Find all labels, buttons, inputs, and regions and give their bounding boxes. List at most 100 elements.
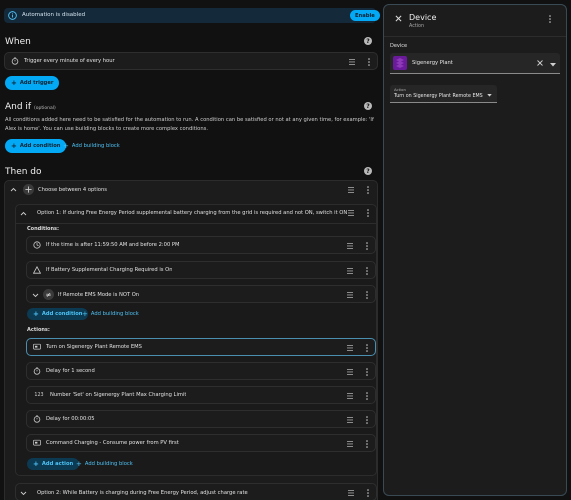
chevron-down-icon[interactable] <box>32 293 39 300</box>
add-trigger-button[interactable]: + Add trigger <box>5 76 60 90</box>
more-vert-icon[interactable] <box>366 209 370 217</box>
action-row[interactable]: Delay for 1 second <box>26 362 376 380</box>
drag-handle-icon[interactable] <box>347 416 353 424</box>
timer-icon <box>33 415 41 423</box>
number-icon: 123 <box>34 392 44 398</box>
chevron-down-icon[interactable] <box>487 92 492 99</box>
condition-row[interactable]: If Battery Supplemental Charging Require… <box>26 261 376 279</box>
action-select-value: Turn on Sigenergy Plant Remote EMS <box>394 94 483 99</box>
clear-icon[interactable] <box>537 60 543 68</box>
drag-handle-icon[interactable] <box>347 267 353 275</box>
add-action-label: Add action <box>41 461 74 467</box>
not-equal-icon: ≠ <box>43 289 54 300</box>
trigger-row[interactable]: Trigger every minute of every hour <box>4 52 378 70</box>
enable-button[interactable]: Enable <box>350 10 380 21</box>
add-building-block-button[interactable]: + Add building block <box>63 139 120 153</box>
action-label: Delay for 1 second <box>46 368 95 374</box>
drag-handle-icon[interactable] <box>349 58 355 66</box>
device-field-label: Device <box>390 43 408 49</box>
drag-handle-icon[interactable] <box>347 392 353 400</box>
more-vert-icon[interactable] <box>548 15 552 23</box>
choose-label: Choose between 4 options <box>38 187 107 193</box>
device-picker[interactable]: Sigenergy Plant <box>390 53 560 74</box>
device-icon <box>33 343 41 351</box>
add-condition-label: Add condition <box>41 311 83 317</box>
device-icon <box>33 439 41 447</box>
more-vert-icon[interactable] <box>367 58 371 66</box>
add-condition-button[interactable]: + Add condition <box>27 308 89 320</box>
more-vert-icon[interactable] <box>365 242 369 250</box>
more-vert-icon[interactable] <box>365 344 369 352</box>
add-condition-button[interactable]: + Add condition <box>5 139 67 153</box>
action-row-selected[interactable]: Turn on Sigenergy Plant Remote EMS <box>26 338 376 356</box>
choose-icon <box>23 184 34 195</box>
condition-label: If Battery Supplemental Charging Require… <box>46 267 173 273</box>
drag-handle-icon[interactable] <box>347 368 353 376</box>
add-building-block-label: Add building block <box>90 311 139 317</box>
drag-handle-icon[interactable] <box>347 291 353 299</box>
drag-handle-icon[interactable] <box>348 209 354 217</box>
add-action-button[interactable]: + Add action <box>27 458 80 470</box>
disabled-banner: Automation is disabled Enable <box>4 8 380 23</box>
timer-icon <box>11 57 19 65</box>
plus-icon: + <box>76 460 82 468</box>
plus-icon: + <box>33 460 39 468</box>
actions-label: Actions: <box>27 327 50 333</box>
close-icon[interactable] <box>395 15 402 24</box>
plus-icon: + <box>33 310 39 318</box>
action-label: Turn on Sigenergy Plant Remote EMS <box>46 344 142 350</box>
device-icon <box>393 56 407 70</box>
plus-icon: + <box>63 142 69 150</box>
option-2-title: Option 2: While Battery is charging duri… <box>37 490 248 496</box>
panel-title: Device <box>409 13 437 22</box>
drag-handle-icon[interactable] <box>348 489 354 497</box>
plus-icon: + <box>11 142 17 150</box>
and-if-optional: (optional) <box>33 106 56 111</box>
and-if-description: All conditions added here need to be sat… <box>5 117 374 132</box>
more-vert-icon[interactable] <box>365 368 369 376</box>
add-condition-label: Add condition <box>19 143 61 149</box>
chevron-up-icon[interactable] <box>20 211 27 218</box>
plus-icon: + <box>11 79 17 87</box>
clock-icon <box>33 241 41 249</box>
condition-row[interactable]: If the time is after 11:59:50 AM and bef… <box>26 236 376 254</box>
option-1-title: Option 1: If during Free Energy Period s… <box>37 210 348 216</box>
divider <box>16 223 376 224</box>
more-vert-icon[interactable] <box>365 392 369 400</box>
more-vert-icon[interactable] <box>366 186 370 194</box>
help-icon[interactable]: ? <box>364 167 372 175</box>
triangle-icon <box>33 266 41 274</box>
add-building-block-button[interactable]: + Add building block <box>76 457 133 471</box>
divider <box>384 36 566 37</box>
action-label: Command Charging - Consume power from PV… <box>46 440 179 446</box>
and-if-title: And if (optional) <box>5 102 56 112</box>
action-row[interactable]: 123 Number 'Set' on Sigenergy Plant Max … <box>26 386 376 404</box>
drag-handle-icon[interactable] <box>347 242 353 250</box>
action-row[interactable]: Delay for 00:00:05 <box>26 410 376 428</box>
more-vert-icon[interactable] <box>365 267 369 275</box>
action-label: Delay for 00:00:05 <box>46 416 95 422</box>
then-do-title: Then do <box>5 167 42 177</box>
drag-handle-icon[interactable] <box>347 344 353 352</box>
help-icon[interactable]: ? <box>364 37 372 45</box>
drag-handle-icon[interactable] <box>348 186 354 194</box>
chevron-up-icon[interactable] <box>10 187 17 194</box>
more-vert-icon[interactable] <box>365 416 369 424</box>
action-select[interactable]: Action Turn on Sigenergy Plant Remote EM… <box>390 85 497 103</box>
option-2-card[interactable]: Option 2: While Battery is charging duri… <box>15 483 377 500</box>
more-vert-icon[interactable] <box>365 291 369 299</box>
condition-label: If Remote EMS Mode is NOT On <box>58 292 140 298</box>
and-if-label: And if <box>5 102 32 112</box>
banner-text: Automation is disabled <box>22 12 86 18</box>
condition-label: If the time is after 11:59:50 AM and bef… <box>46 242 180 248</box>
drag-handle-icon[interactable] <box>347 440 353 448</box>
condition-row[interactable]: ≠ If Remote EMS Mode is NOT On <box>26 285 376 303</box>
chevron-down-icon[interactable] <box>20 491 27 498</box>
more-vert-icon[interactable] <box>365 440 369 448</box>
chevron-down-icon[interactable] <box>550 62 556 69</box>
add-building-block-button[interactable]: + Add building block <box>82 307 139 321</box>
action-row[interactable]: Command Charging - Consume power from PV… <box>26 434 376 452</box>
when-title: When <box>5 37 31 47</box>
help-icon[interactable]: ? <box>364 102 372 110</box>
more-vert-icon[interactable] <box>366 489 370 497</box>
